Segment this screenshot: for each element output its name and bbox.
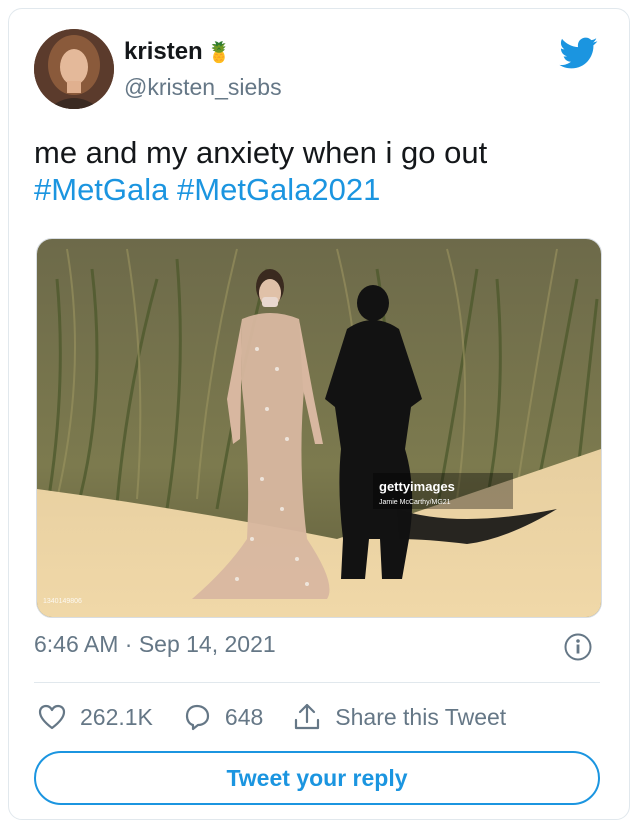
like-count: 262.1K (80, 703, 153, 730)
tweet-body: me and my anxiety when i go out (34, 135, 488, 170)
hashtag-metgala2021[interactable]: #MetGala2021 (177, 172, 380, 207)
getty-watermark-brand: gettyimages (379, 479, 455, 494)
tweet-your-reply-button[interactable]: Tweet your reply (34, 751, 600, 805)
twitter-bird-icon[interactable] (558, 34, 600, 72)
tweet-timestamp[interactable]: 6:46 AM · Sep 14, 2021 (34, 631, 276, 658)
like-action[interactable]: 262.1K (36, 701, 153, 733)
reply-count: 648 (224, 703, 264, 730)
divider (34, 682, 600, 683)
author-name-row[interactable]: kristen 🍍 (124, 38, 232, 66)
photo-illustration: gettyimages Jamie McCarthy/MG21 13401498… (37, 239, 601, 617)
tweet-text: me and my anxiety when i go out #MetGala… (34, 134, 594, 208)
tweet-photo[interactable]: gettyimages Jamie McCarthy/MG21 13401498… (36, 238, 602, 618)
share-icon[interactable] (291, 701, 323, 733)
hashtag-row: #MetGala #MetGala2021 (34, 171, 594, 208)
action-bar: 262.1K 648 Share this Tweet (36, 698, 534, 736)
getty-watermark-credit: Jamie McCarthy/MG21 (379, 499, 451, 506)
pineapple-emoji: 🍍 (206, 41, 232, 64)
avatar[interactable] (34, 29, 114, 109)
info-icon[interactable] (563, 632, 593, 662)
display-name[interactable]: kristen (124, 38, 203, 66)
share-action[interactable]: Share this Tweet (291, 701, 506, 733)
user-handle[interactable]: @kristen_siebs (124, 74, 282, 101)
reply-action[interactable]: 648 (181, 701, 263, 733)
getty-image-id: 1340149806 (43, 598, 82, 605)
reply-icon[interactable] (181, 701, 213, 733)
hashtag-metgala[interactable]: #MetGala (34, 172, 168, 207)
heart-icon[interactable] (36, 701, 68, 733)
share-label: Share this Tweet (335, 703, 507, 730)
